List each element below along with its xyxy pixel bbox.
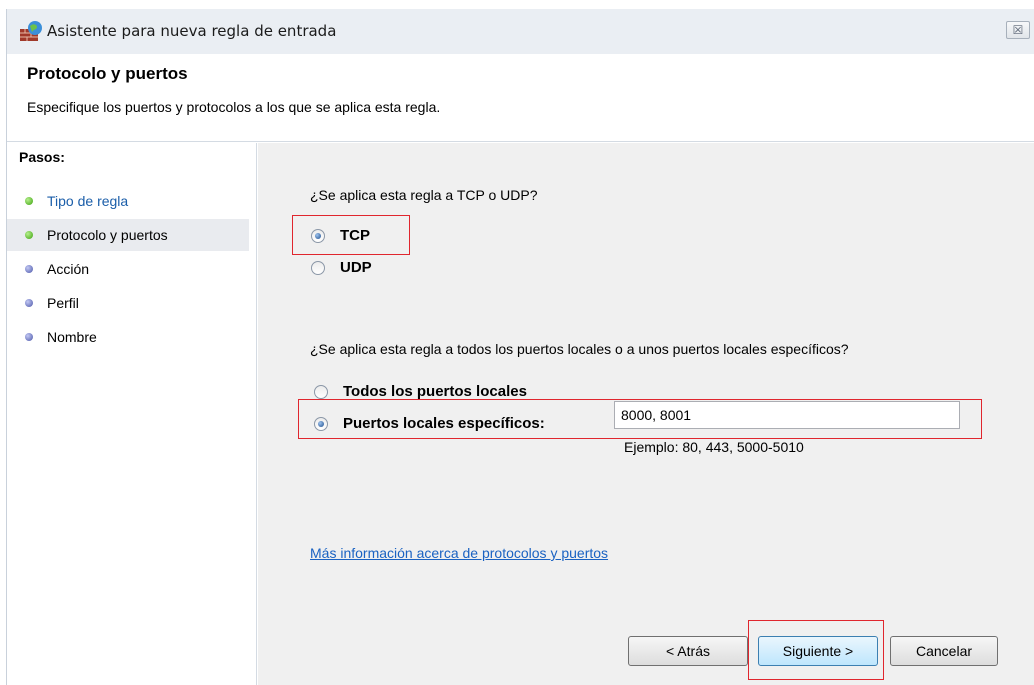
step-nombre: Nombre bbox=[7, 321, 249, 353]
ports-input[interactable] bbox=[614, 401, 960, 429]
specific-ports-label[interactable]: Puertos locales específicos: bbox=[343, 415, 545, 432]
step-tipo-de-regla[interactable]: Tipo de regla bbox=[7, 185, 249, 217]
step-label: Tipo de regla bbox=[47, 193, 129, 209]
page-title: Protocolo y puertos bbox=[27, 64, 188, 83]
udp-label[interactable]: UDP bbox=[340, 259, 372, 276]
page-subtitle: Especifique los puertos y protocolos a l… bbox=[27, 99, 441, 115]
step-label: Acción bbox=[47, 261, 90, 277]
back-button[interactable]: < Atrás bbox=[628, 636, 748, 666]
step-label: Perfil bbox=[47, 295, 79, 311]
step-pending-icon bbox=[25, 299, 33, 307]
step-label: Protocolo y puertos bbox=[47, 227, 168, 243]
tcp-label[interactable]: TCP bbox=[340, 227, 370, 244]
more-info-link[interactable]: Más información acerca de protocolos y p… bbox=[310, 545, 608, 561]
protocol-question: ¿Se aplica esta regla a TCP o UDP? bbox=[310, 187, 538, 203]
step-pending-icon bbox=[25, 265, 33, 273]
all-ports-radio[interactable] bbox=[314, 385, 328, 399]
cancel-button[interactable]: Cancelar bbox=[890, 636, 998, 666]
title-bar: Asistente para nueva regla de entrada ☒ bbox=[7, 9, 1034, 54]
close-button[interactable]: ☒ bbox=[1006, 21, 1030, 39]
ports-question: ¿Se aplica esta regla a todos los puerto… bbox=[310, 341, 849, 357]
wizard-window: Asistente para nueva regla de entrada ☒ … bbox=[6, 9, 1034, 685]
all-ports-label[interactable]: Todos los puertos locales bbox=[343, 383, 527, 400]
step-pending-icon bbox=[25, 333, 33, 341]
wizard-header: Protocolo y puertos Especifique los puer… bbox=[7, 54, 1034, 142]
step-complete-icon bbox=[25, 197, 33, 205]
step-accion: Acción bbox=[7, 253, 249, 285]
ports-example-hint: Ejemplo: 80, 443, 5000-5010 bbox=[624, 439, 804, 455]
step-label: Nombre bbox=[47, 329, 97, 345]
step-protocolo-y-puertos: Protocolo y puertos bbox=[7, 219, 249, 251]
content-panel: ¿Se aplica esta regla a TCP o UDP? TCP U… bbox=[258, 143, 1034, 685]
close-icon: ☒ bbox=[1012, 23, 1024, 37]
step-perfil: Perfil bbox=[7, 287, 249, 319]
udp-radio[interactable] bbox=[311, 261, 325, 275]
steps-panel: Pasos: Tipo de regla Protocolo y puertos… bbox=[7, 143, 257, 685]
next-button[interactable]: Siguiente > bbox=[758, 636, 878, 666]
tcp-radio[interactable] bbox=[311, 229, 325, 243]
firewall-globe-icon bbox=[20, 21, 42, 41]
step-current-icon bbox=[25, 231, 33, 239]
specific-ports-radio[interactable] bbox=[314, 417, 328, 431]
window-title: Asistente para nueva regla de entrada bbox=[47, 22, 337, 40]
steps-heading: Pasos: bbox=[19, 149, 65, 165]
